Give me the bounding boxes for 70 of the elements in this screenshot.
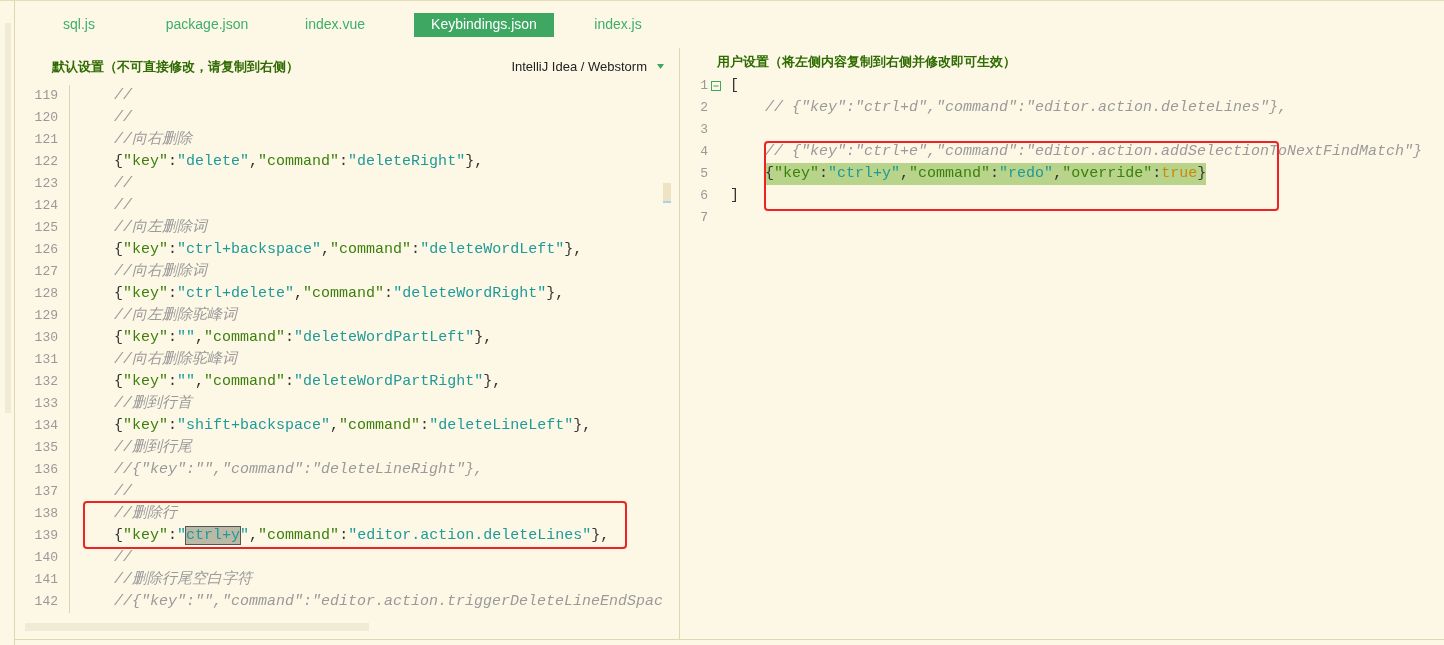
file-tab[interactable]: index.js	[554, 12, 682, 37]
code-text: //向左删除驼峰词	[114, 305, 237, 326]
line-number: 3	[699, 121, 708, 140]
line-number: 6	[699, 187, 708, 206]
caret-icon	[657, 64, 664, 69]
line-number: 133	[33, 395, 58, 414]
line-number: 2	[699, 99, 708, 118]
code-text: // {"key":"ctrl+d","command":"editor.action.deleteLines"},	[765, 97, 1288, 118]
code-text: //删到行首	[114, 393, 192, 414]
file-tab[interactable]: sql.js	[15, 12, 143, 37]
code-text: //	[114, 107, 132, 128]
code-text: //删到行尾	[114, 437, 192, 458]
line-number: 127	[33, 263, 58, 282]
line-number: 131	[33, 351, 58, 370]
code-text: [	[730, 75, 739, 96]
code-text: {"key":"ctrl+delete","command":"deleteWordRight"},	[114, 283, 565, 304]
line-number: 141	[33, 571, 58, 590]
code-text: {"key":"","command":"deleteWordPartLeft"},	[114, 327, 493, 348]
line-number: 128	[33, 285, 58, 304]
line-number: 1	[699, 77, 708, 96]
code-text: //	[114, 481, 132, 502]
code-text: {"key":"ctrl+y","command":"redo","override":true}	[765, 162, 1207, 186]
code-text: //	[114, 547, 132, 568]
code-text: {"key":"ctrl+backspace","command":"deleteWordLeft"},	[114, 239, 583, 260]
code-text: {"key":"shift+backspace","command":"deleteLineLeft"},	[114, 415, 592, 436]
line-number: 5	[699, 165, 708, 184]
code-text: {"key":"delete","command":"deleteRight"},	[114, 151, 484, 172]
code-text: //向右删除词	[114, 261, 207, 282]
line-number: 125	[33, 219, 58, 238]
preset-dropdown[interactable]: IntelliJ Idea / Webstorm	[511, 56, 664, 77]
code-text: //{"key":"","command":"deleteLineRight"},	[114, 459, 484, 480]
line-number: 120	[33, 109, 58, 128]
line-number: 137	[33, 483, 58, 502]
line-number: 4	[699, 143, 708, 162]
line-number: 136	[33, 461, 58, 480]
code-text: //	[114, 85, 132, 106]
line-number: 119	[33, 87, 58, 106]
panel-title: 用户设置（将左侧内容复制到右侧并修改即可生效）	[717, 52, 1016, 71]
line-number: 139	[33, 527, 58, 546]
collapse-icon[interactable]	[711, 81, 721, 91]
line-number: 140	[33, 549, 58, 568]
line-number: 7	[699, 209, 708, 228]
code-text: //向右删除驼峰词	[114, 349, 237, 370]
line-number: 138	[33, 505, 58, 524]
line-number: 130	[33, 329, 58, 348]
line-number: 134	[33, 417, 58, 436]
code-text: //{"key":"","command":"editor.action.triggerDeleteLineEndSpac	[114, 591, 664, 612]
line-number: 124	[33, 197, 58, 216]
panel-title: 默认设置（不可直接修改，请复制到右侧）	[52, 57, 299, 76]
scrollbar-thumb[interactable]	[663, 183, 671, 203]
line-number: 129	[33, 307, 58, 326]
code-text: //删除行	[114, 503, 177, 524]
code-text: {"key":"","command":"deleteWordPartRight"},	[114, 371, 502, 392]
line-number: 132	[33, 373, 58, 392]
line-number: 142	[33, 593, 58, 612]
line-number: 123	[33, 175, 58, 194]
code-text: //	[114, 173, 132, 194]
line-number: 121	[33, 131, 58, 150]
code-text: //向右删除	[114, 129, 192, 150]
line-number: 126	[33, 241, 58, 260]
line-number: 122	[33, 153, 58, 172]
file-tab[interactable]: Keybindings.json	[414, 12, 554, 37]
file-tab[interactable]: index.vue	[271, 12, 399, 37]
file-tab[interactable]: package.json	[143, 12, 271, 37]
line-number: 135	[33, 439, 58, 458]
code-text: //	[114, 195, 132, 216]
code-text: //删除行尾空白字符	[114, 569, 252, 590]
code-text: //向左删除词	[114, 217, 207, 238]
code-text: {"key":"ctrl+y","command":"editor.action.deleteLines"},	[114, 525, 610, 546]
code-text: ]	[730, 185, 739, 206]
